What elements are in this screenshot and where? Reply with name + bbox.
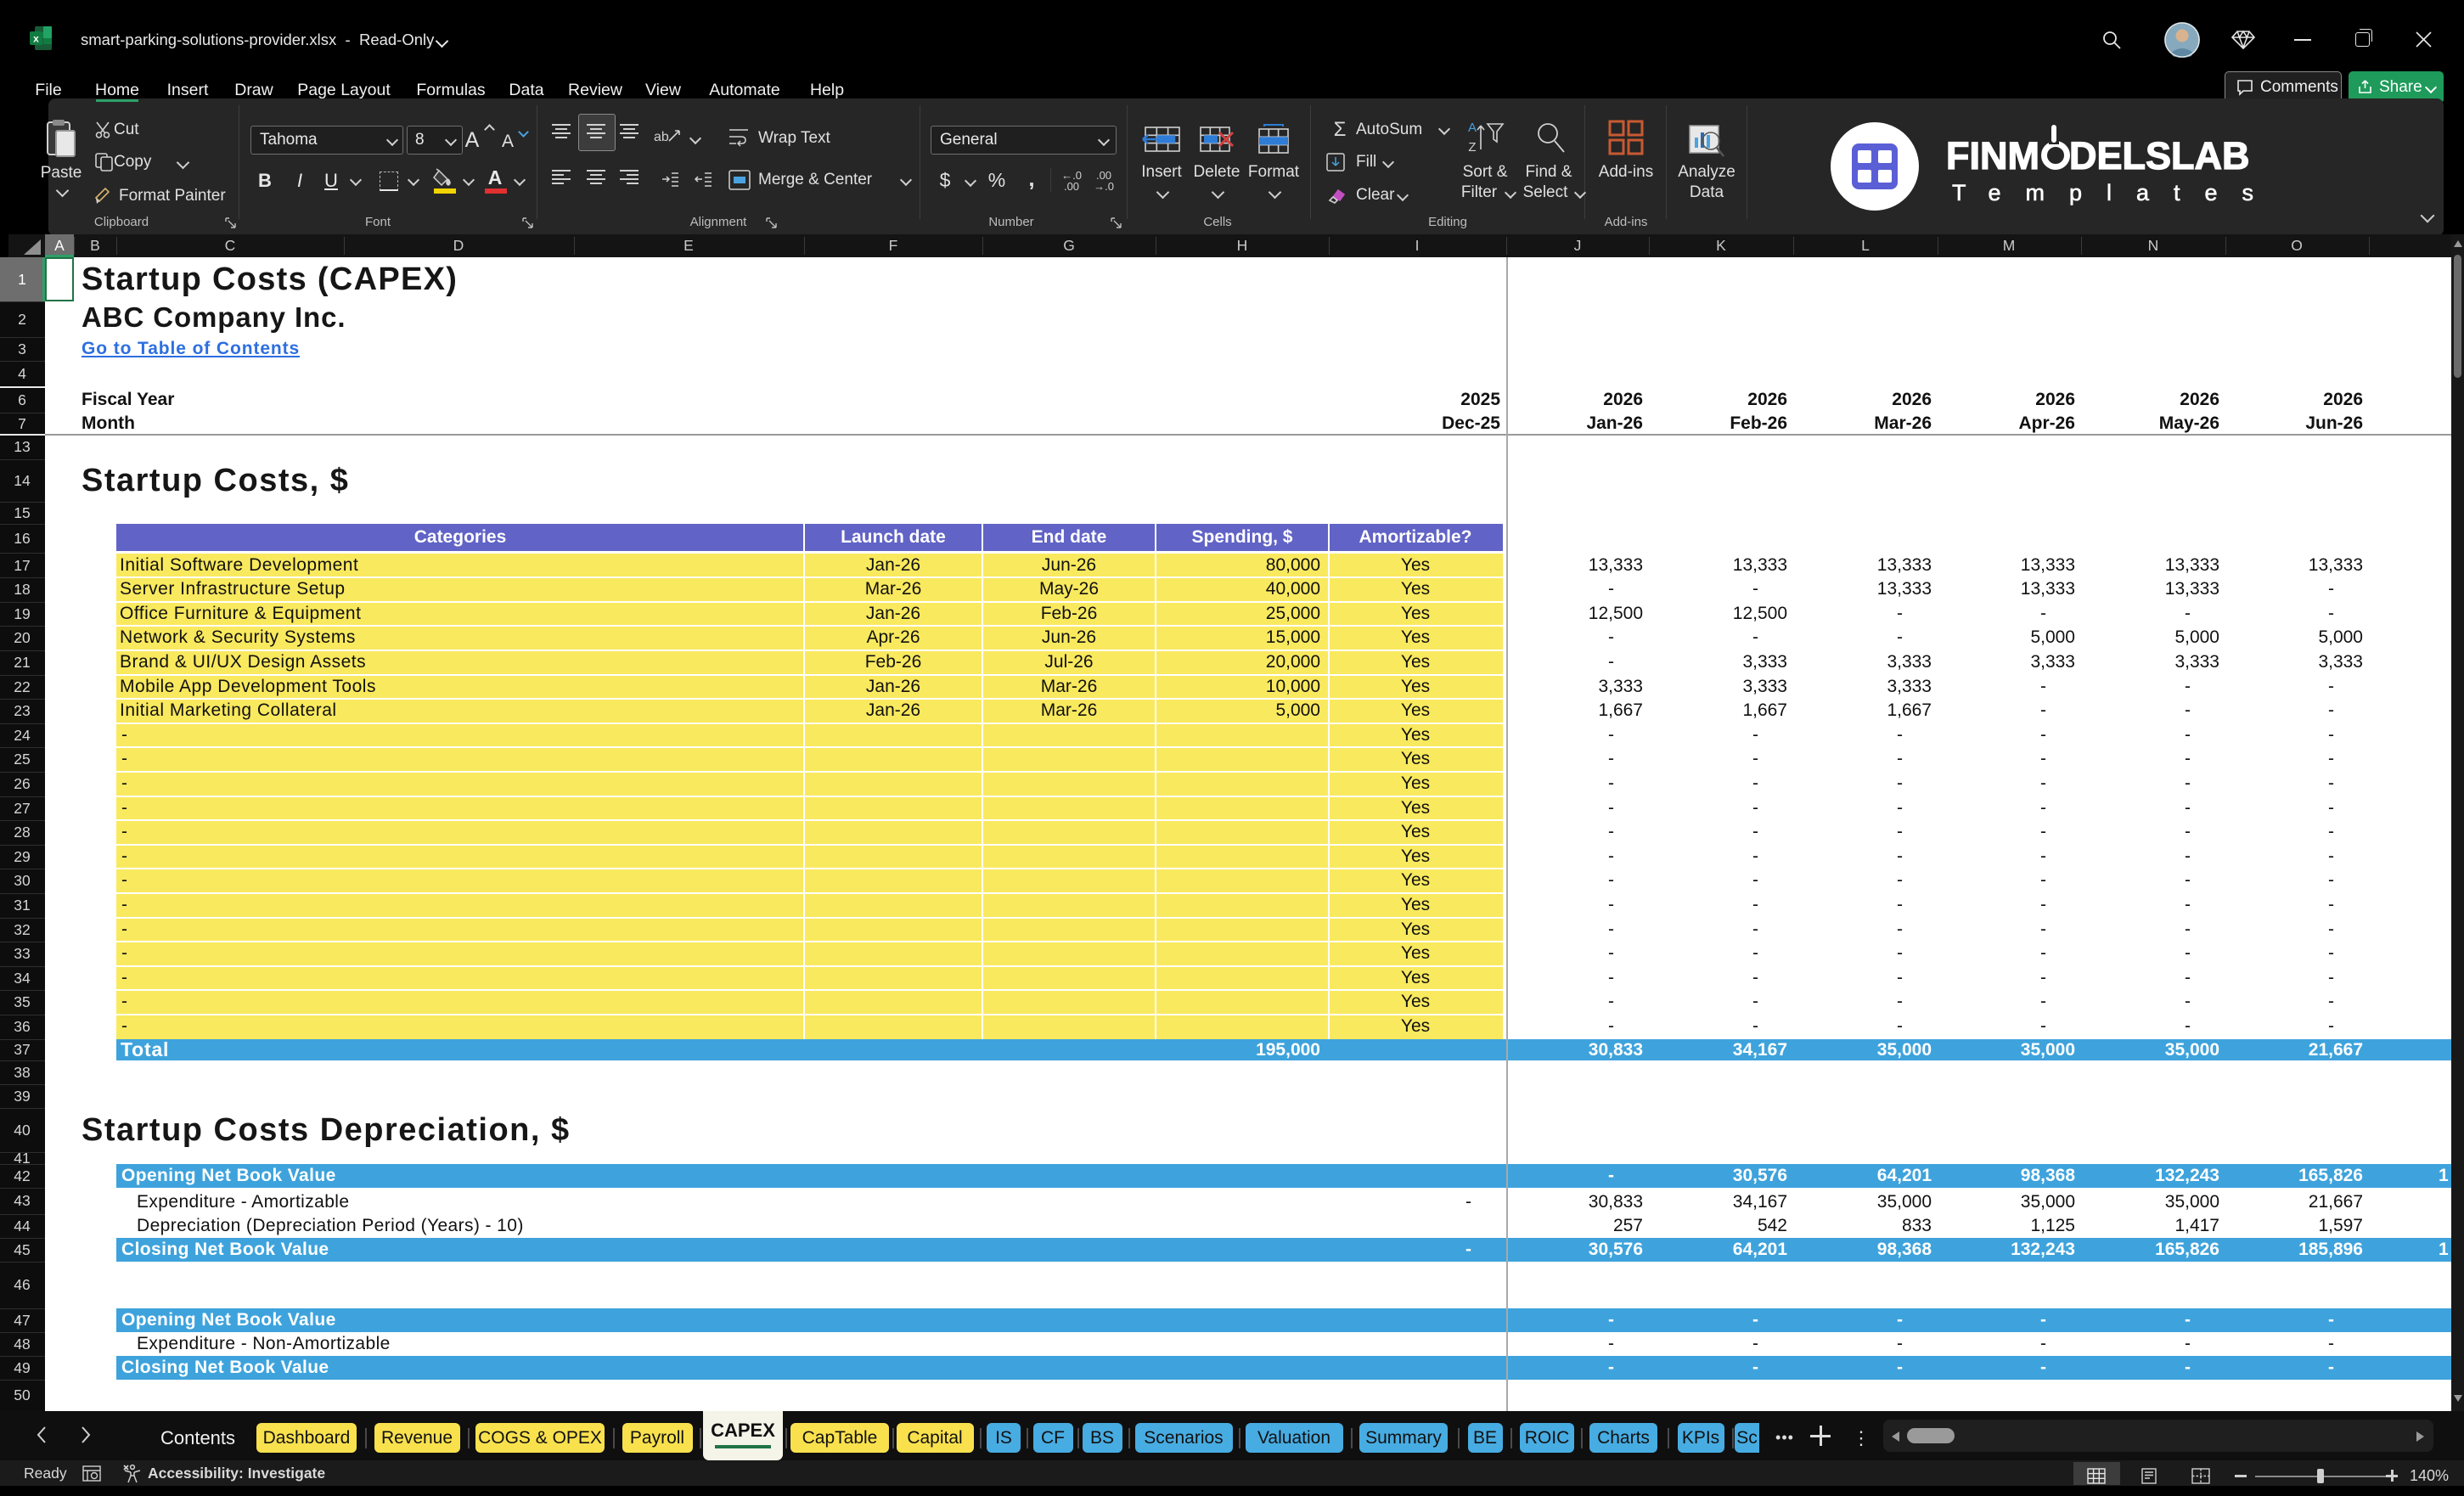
svg-text:A: A xyxy=(1468,121,1477,135)
svg-text:x: x xyxy=(33,33,39,45)
svg-text:Z: Z xyxy=(1468,140,1476,155)
